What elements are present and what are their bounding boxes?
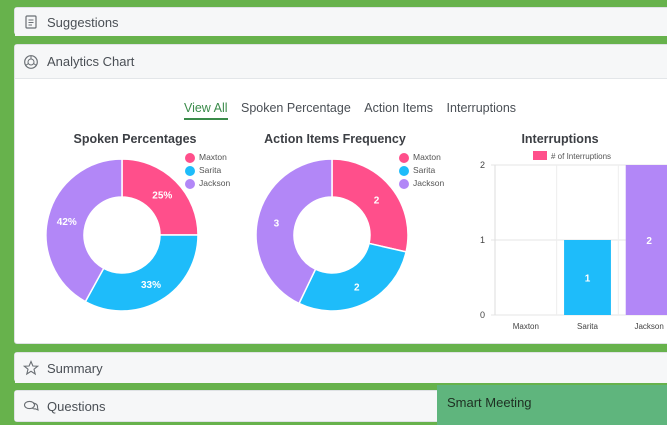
smart-meeting-bar[interactable]: Smart Meeting	[437, 385, 667, 425]
interruptions-chart-title: Interruptions	[521, 132, 599, 146]
donut-slice-sarita	[84, 234, 199, 312]
suggestions-title: Suggestions	[47, 14, 119, 30]
slice-label: 2	[354, 282, 360, 293]
slice-label: 33%	[141, 280, 161, 291]
pie-chart-icon	[23, 54, 39, 70]
questions-title: Questions	[47, 398, 106, 414]
tab-spoken-percentage[interactable]: Spoken Percentage	[241, 101, 351, 118]
suggestions-panel: Suggestions	[14, 7, 667, 36]
slice-label: 3	[274, 218, 280, 229]
analytics-title: Analytics Chart	[47, 54, 135, 69]
slice-label: 25%	[152, 191, 172, 202]
summary-title: Summary	[47, 360, 103, 376]
x-tick-label: Maxton	[513, 322, 539, 329]
summary-header[interactable]: Summary	[15, 353, 667, 383]
action-items-chart-title: Action Items Frequency	[264, 132, 406, 146]
spoken-donut-chart: 25% 33% 42%	[45, 158, 199, 312]
slice-label: 2	[374, 195, 380, 206]
y-tick-label: 2	[480, 160, 485, 170]
bar-value-label: 1	[585, 274, 591, 285]
tab-interruptions[interactable]: Interruptions	[447, 101, 516, 118]
bar-legend-label: # of Interruptions	[551, 152, 611, 161]
slice-label: 42%	[57, 217, 77, 228]
document-icon	[23, 14, 39, 30]
chat-bubbles-icon	[23, 398, 39, 414]
x-tick-label: Sarita	[577, 322, 598, 329]
y-tick-label: 0	[480, 310, 485, 320]
donut-slice-sarita	[298, 242, 407, 312]
interruptions-bar-chart: # of Interruptions 0 1 2 Maxton 1 Sarita 2 Jacks…	[480, 151, 667, 329]
smart-meeting-title: Smart Meeting	[447, 395, 532, 410]
bar-legend-swatch	[533, 151, 547, 160]
y-tick-label: 1	[480, 235, 485, 245]
summary-panel: Summary	[14, 352, 667, 383]
star-icon	[23, 360, 39, 376]
bar-value-label: 2	[646, 236, 652, 247]
chart-tabs: View All Spoken Percentage Action Items …	[15, 101, 667, 120]
tab-action-items[interactable]: Action Items	[364, 101, 433, 118]
analytics-panel: Analytics Chart View All Spoken Percenta…	[14, 44, 667, 344]
x-tick-label: Jackson	[634, 322, 663, 329]
analytics-header[interactable]: Analytics Chart	[15, 45, 667, 79]
tab-view-all[interactable]: View All	[183, 101, 228, 120]
suggestions-header[interactable]: Suggestions	[15, 8, 667, 36]
donut-slice-maxton	[331, 158, 409, 253]
spoken-chart-title: Spoken Percentages	[73, 132, 197, 146]
action-items-donut-chart: 2 2 3	[255, 158, 409, 312]
